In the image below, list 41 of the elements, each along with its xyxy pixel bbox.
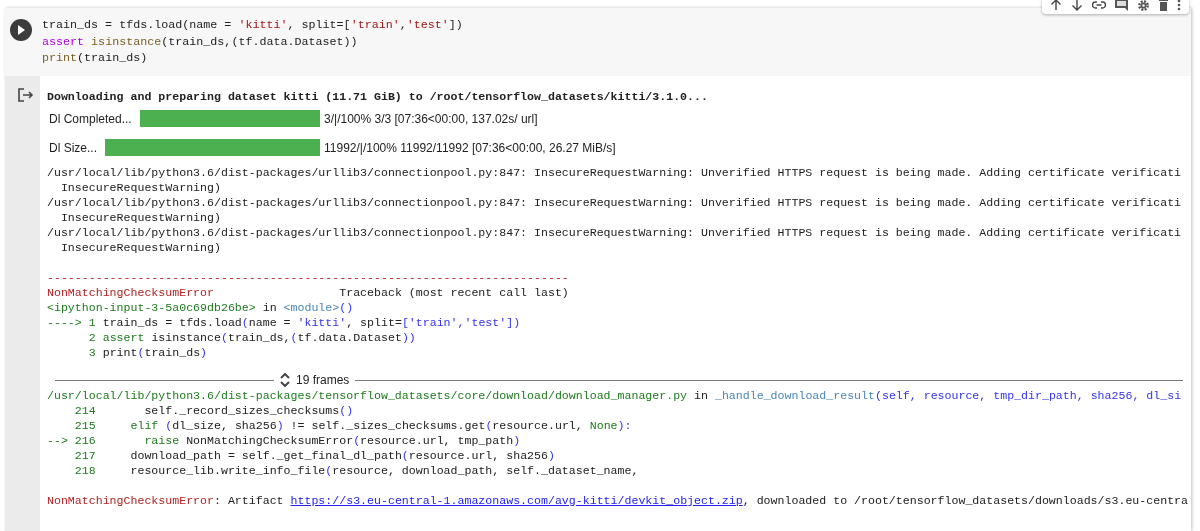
output-line: 215 elif (dl_size, sha256) != self._sizes_checksums.get(resource.url, None): <box>73 418 632 433</box>
output-line: InsecureRequestWarning) <box>59 180 221 195</box>
settings-icon[interactable] <box>1137 0 1150 12</box>
output-line: <ipython-input-3-5a0c69db26be> in <module>() <box>47 300 354 315</box>
comment-icon[interactable] <box>1115 0 1128 11</box>
output-line: --------------------------------------------------------------------------- <box>47 270 569 285</box>
progress-status: 11992/|/100% 11992/11992 [07:36<00:00, 26.27 MiB/s] <box>324 139 616 157</box>
link-icon[interactable] <box>1092 1 1106 9</box>
expand-icon <box>280 373 290 387</box>
output-line: InsecureRequestWarning) <box>59 240 221 255</box>
output-line: /usr/local/lib/python3.6/dist-packages/urllib3/connectionpool.py:847: InsecureRequestWarning: Unverified HTTPS request is being made. Adding certificate verificati <box>47 195 1182 210</box>
more-icon[interactable] <box>1177 0 1181 11</box>
output-line: --> 216 raise NonMatchingChecksumError(resource.url, tmp_path) <box>47 433 521 448</box>
output-line: NonMatchingChecksumError: Artifact https://s3.eu-central-1.amazonaws.com/avg-kitti/devkit_object.zip, downloaded to /root/tensorflow_datasets/downloads/s3.eu-centra <box>47 493 1189 508</box>
up-arrow-icon[interactable] <box>1050 0 1062 11</box>
output-line: /usr/local/lib/python3.6/dist-packages/tensorflow_datasets/core/download/download_manager.py in _handle_download_result(self, resource, tmp_dir_path, sha256, dl_si <box>47 388 1182 403</box>
down-arrow-icon[interactable] <box>1071 0 1083 11</box>
delete-icon[interactable] <box>1159 0 1168 11</box>
code-line: print(train_ds) <box>42 50 148 67</box>
code-line: train_ds = tfds.load(name = 'kitti', split=['train','test']) <box>42 17 463 34</box>
play-icon <box>17 25 25 35</box>
output-icon[interactable] <box>17 88 34 102</box>
link[interactable]: https://s3.eu-central-1.amazonaws.com/avg-kitti/devkit_object.zip <box>290 494 743 507</box>
code-line: assert isinstance(train_ds,(tf.data.Dataset)) <box>42 33 358 50</box>
output-line: 217 download_path = self._get_final_dl_path(resource.url, sha256) <box>73 448 555 463</box>
output-line: Downloading and preparing dataset kitti (11.71 GiB) to /root/tensorflow_datasets/kitti/3.1.0... <box>47 89 708 104</box>
progress-label: Dl Completed... <box>49 110 132 128</box>
output-line: /usr/local/lib/python3.6/dist-packages/urllib3/connectionpool.py:847: InsecureRequestWarning: Unverified HTTPS request is being made. Adding certificate verificati <box>47 165 1182 180</box>
output-line: 214 self._record_sizes_checksums() <box>73 403 354 418</box>
output-line: 2 assert isinstance(train_ds,(tf.data.Dataset)) <box>87 330 416 345</box>
output-line: /usr/local/lib/python3.6/dist-packages/urllib3/connectionpool.py:847: InsecureRequestWarning: Unverified HTTPS request is being made. Adding certificate verificati <box>47 225 1182 240</box>
output-line: InsecureRequestWarning) <box>59 210 221 225</box>
progress-status: 3/|/100% 3/3 [07:36<00:00, 137.02s/ url] <box>324 110 538 128</box>
output-line: ----> 1 train_ds = tfds.load(name = 'kitti', split=['train','test']) <box>47 315 521 330</box>
code-editor[interactable]: train_ds = tfds.load(name = 'kitti', split=['train','test']) assert isinstance(train_ds,(tf.data.Dataset)) print(train_ds) <box>5 8 1191 76</box>
progress-label: Dl Size... <box>49 139 97 157</box>
output-line: 218 resource_lib.write_info_file(resource, download_path, self._dataset_name, <box>73 463 639 478</box>
frames-toggle[interactable]: 19 frames <box>280 371 350 389</box>
output-line: 3 print(train_ds) <box>87 345 208 360</box>
output-line: NonMatchingChecksumError Traceback (most recent call last) <box>47 285 569 300</box>
run-button[interactable] <box>10 19 32 41</box>
